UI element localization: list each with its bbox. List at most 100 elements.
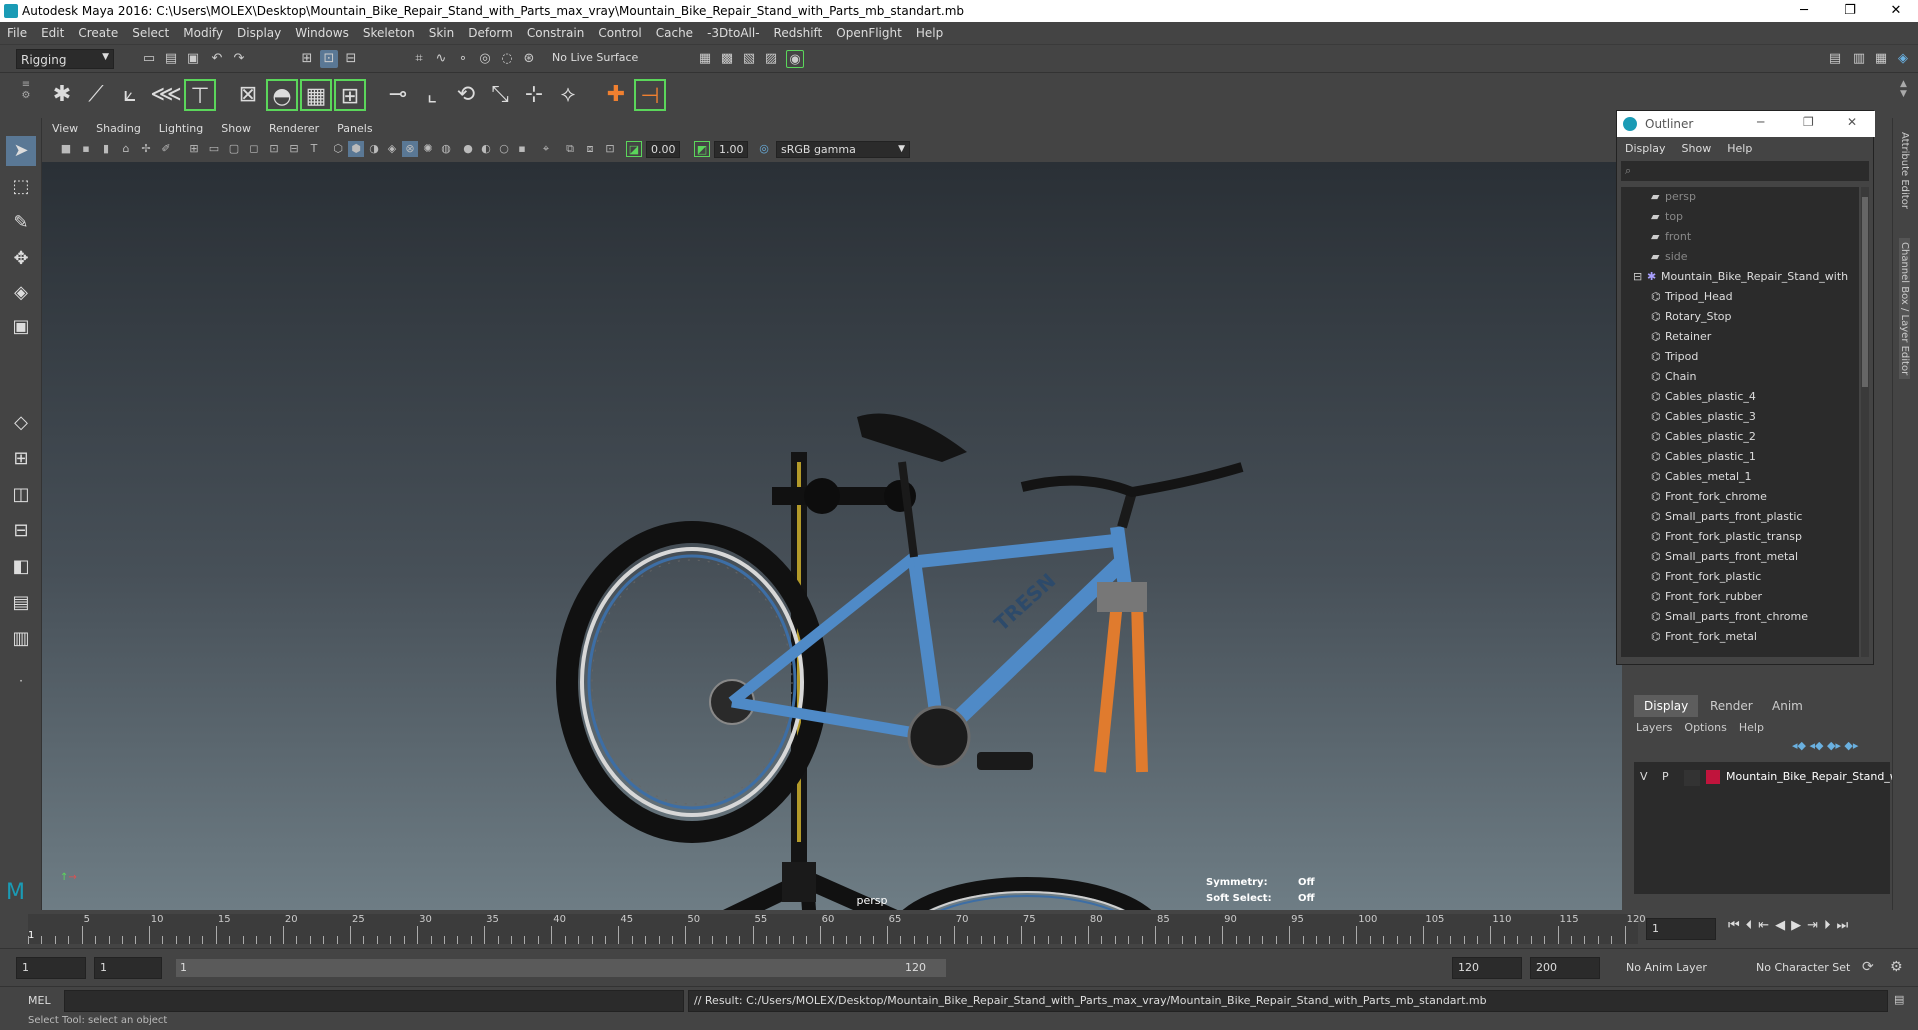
panel-menu-lighting[interactable]: Lighting	[149, 120, 211, 135]
step-forward-icon[interactable]: ⏵	[1824, 918, 1837, 933]
outliner-item-child[interactable]: ⌬ Front_fork_plastic_transp	[1621, 527, 1859, 547]
gate-mask-icon[interactable]: ◻	[246, 141, 262, 157]
resolution-gate-icon[interactable]: ▢	[226, 141, 242, 157]
view-transform-dropdown[interactable]: sRGB gamma ▼	[776, 141, 910, 158]
command-language[interactable]: MEL	[28, 994, 51, 1007]
outliner-item-child[interactable]: ⌬ Cables_plastic_1	[1621, 447, 1859, 467]
side-by-side-layout-icon[interactable]: ◫	[6, 480, 36, 510]
layer-row[interactable]: V P Mountain_Bike_Repair_Stand_wi	[1634, 768, 1902, 788]
outliner-item-child[interactable]: ⌬ Front_fork_metal	[1621, 627, 1859, 647]
image-plane-icon[interactable]: ⌂	[118, 141, 134, 157]
orient-constraint-icon[interactable]: ⟲	[450, 79, 482, 111]
outliner-minimize-button[interactable]: ─	[1757, 115, 1764, 129]
shadows-icon[interactable]: ✺	[420, 141, 436, 157]
menu-windows[interactable]: Windows	[288, 22, 356, 40]
outliner-item-child[interactable]: ⌬ Small_parts_front_chrome	[1621, 607, 1859, 627]
playback-start-field[interactable]: 1	[94, 957, 162, 979]
orient-joint-icon[interactable]: ⊤	[184, 79, 216, 111]
play-forward-icon[interactable]: ▶	[1791, 918, 1807, 933]
layers-menu-help[interactable]: Help	[1739, 721, 1764, 734]
single-perspective-layout-icon[interactable]: ◇	[6, 408, 36, 438]
render-current-icon[interactable]: ▩	[718, 50, 736, 68]
new-scene-icon[interactable]: ▭	[140, 50, 158, 68]
snap-surface-icon[interactable]: ◌	[498, 50, 516, 68]
layer-name[interactable]: Mountain_Bike_Repair_Stand_wi	[1726, 770, 1902, 783]
set-driven-key-icon[interactable]: ⊣	[634, 79, 666, 111]
outliner-menu-display[interactable]: Display	[1617, 139, 1674, 155]
exposure-icon[interactable]: ◪	[626, 141, 642, 157]
cluster-icon[interactable]: ⊞	[334, 79, 366, 111]
wireframe-icon[interactable]: ⬡	[330, 141, 346, 157]
go-to-start-icon[interactable]: ⏮	[1728, 918, 1746, 933]
outliner-item-child[interactable]: ⌬ Front_fork_rubber	[1621, 587, 1859, 607]
lasso-tool-icon[interactable]: ⬚	[6, 172, 36, 202]
outliner-item-top[interactable]: ▰ top	[1621, 207, 1859, 227]
menu-skin[interactable]: Skin	[422, 22, 462, 40]
locator-icon[interactable]: ✚	[600, 79, 632, 111]
step-back-icon[interactable]: ⏴	[1746, 918, 1759, 933]
snap-grid-icon[interactable]: ⌗	[410, 50, 428, 68]
menu-help[interactable]: Help	[909, 22, 950, 40]
scale-constraint-icon[interactable]: ⤡	[484, 79, 516, 111]
shelf-settings-icon[interactable]: ≡ ⚙	[20, 79, 32, 113]
textured-icon[interactable]: ◈	[384, 141, 400, 157]
outliner-item-front[interactable]: ▰ front	[1621, 227, 1859, 247]
close-button[interactable]: ✕	[1876, 2, 1916, 20]
bind-skin-icon[interactable]: ⊠	[232, 79, 264, 111]
outliner-item-child[interactable]: ⌬ Cables_metal_1	[1621, 467, 1859, 487]
menu-3dtoall[interactable]: -3DtoAll-	[700, 22, 766, 40]
layer-visibility-toggle[interactable]: V	[1640, 770, 1656, 786]
outliner-maximize-button[interactable]: ❐	[1803, 115, 1814, 129]
layer-color-swatch[interactable]	[1706, 770, 1720, 784]
select-object-icon[interactable]: ⊡	[320, 50, 338, 68]
menu-openflight[interactable]: OpenFlight	[829, 22, 909, 40]
smooth-shade-icon[interactable]: ⬢	[348, 141, 364, 157]
2d-pan-zoom-icon[interactable]: ✢	[138, 141, 154, 157]
select-hierarchy-icon[interactable]: ⊞	[298, 50, 316, 68]
preferences-icon[interactable]: ⚙	[1890, 959, 1903, 975]
joint-tool-icon[interactable]: ✱	[46, 79, 78, 111]
panel-menu-panels[interactable]: Panels	[327, 120, 380, 135]
tab-anim[interactable]: Anim	[1762, 695, 1813, 717]
render-view-icon[interactable]: ▦	[696, 50, 714, 68]
outliner-item-child[interactable]: ⌬ Tripod_Head	[1621, 287, 1859, 307]
layer-playback-toggle[interactable]: P	[1662, 770, 1678, 786]
lattice-icon[interactable]: ▦	[300, 79, 332, 111]
panel-menu-show[interactable]: Show	[211, 120, 259, 135]
hypershade-layout-icon[interactable]: ▤	[6, 588, 36, 618]
undo-icon[interactable]: ↶	[208, 50, 226, 68]
four-view-layout-icon[interactable]: ⊞	[6, 444, 36, 474]
panel-menu-view[interactable]: View	[42, 120, 86, 135]
outliner-item-child[interactable]: ⌬ Retainer	[1621, 327, 1859, 347]
layer-display-type[interactable]	[1684, 770, 1700, 786]
shelf-scroll-icon[interactable]: ▲ ▼	[1900, 79, 1907, 99]
panel-menu-renderer[interactable]: Renderer	[259, 120, 327, 135]
aim-constraint-icon[interactable]: ⊹	[518, 79, 550, 111]
outliner-item-child[interactable]: ⌬ Cables_plastic_3	[1621, 407, 1859, 427]
ipr-render-icon[interactable]: ▧	[740, 50, 758, 68]
parent-constraint-icon[interactable]: ⊸	[382, 79, 414, 111]
render-settings-icon[interactable]: ▨	[762, 50, 780, 68]
anim-layer-dropdown[interactable]: No Anim Layer	[1626, 961, 1707, 974]
menu-modify[interactable]: Modify	[176, 22, 230, 40]
scale-tool-icon[interactable]: ▣	[6, 312, 36, 342]
auto-key-icon[interactable]: ⟳	[1862, 959, 1874, 975]
menu-edit[interactable]: Edit	[34, 22, 71, 40]
menu-control[interactable]: Control	[591, 22, 648, 40]
outliner-item-child[interactable]: ⌬ Cables_plastic_4	[1621, 387, 1859, 407]
paint-weights-icon[interactable]: ◓	[266, 79, 298, 111]
snap-point-icon[interactable]: ∘	[454, 50, 472, 68]
time-ticks[interactable]: 5 10 15 20 25 30 35 40 45 50 55 60 65 70 75 80 85 90 95 100…	[28, 914, 1646, 944]
menu-select[interactable]: Select	[125, 22, 176, 40]
safe-title-icon[interactable]: T	[306, 141, 322, 157]
outliner-item-child[interactable]: ⌬ Tripod	[1621, 347, 1859, 367]
outliner-item-child[interactable]: ⌬ Front_fork_plastic	[1621, 567, 1859, 587]
go-to-end-icon[interactable]: ⏭	[1837, 918, 1855, 933]
isolate-select-icon[interactable]: ⌖	[538, 141, 554, 157]
command-input[interactable]	[64, 990, 684, 1012]
tool-settings-icon[interactable]: ◈	[1894, 50, 1912, 68]
start-time-field[interactable]: 1	[16, 957, 86, 979]
outliner-close-button[interactable]: ✕	[1847, 115, 1857, 129]
attribute-editor-tab[interactable]: Attribute Editor	[1899, 132, 1910, 209]
camera-select-icon[interactable]: ■	[58, 141, 74, 157]
